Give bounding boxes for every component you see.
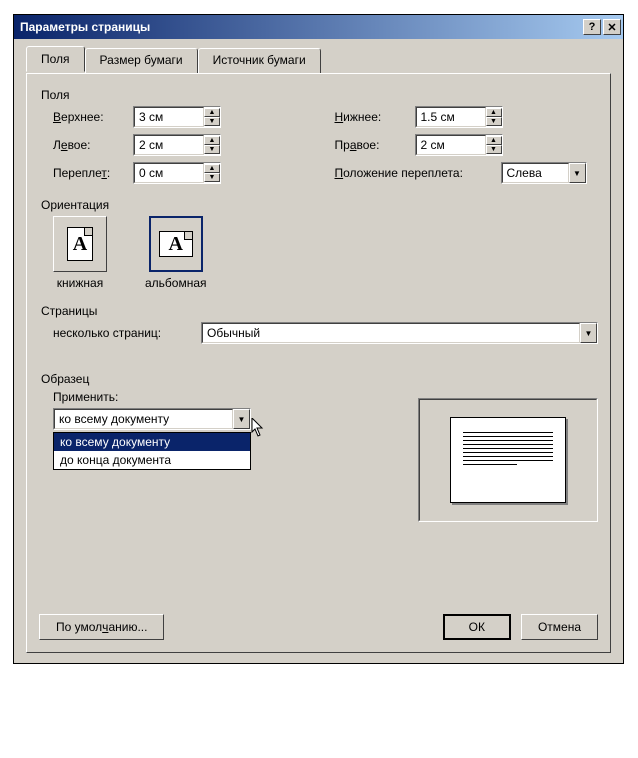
landscape-page-icon: A [159, 231, 193, 257]
gutter-spinner[interactable]: 0 см ▲▼ [133, 162, 221, 184]
apply-to-label: Применить: [53, 390, 251, 404]
spin-down-icon[interactable]: ▼ [204, 145, 220, 154]
window-title: Параметры страницы [20, 20, 581, 34]
multi-pages-combo[interactable]: Обычный ▼ [201, 322, 598, 344]
dropdown-arrow-icon[interactable]: ▼ [233, 409, 250, 429]
landscape-label: альбомная [145, 276, 207, 290]
left-margin-spinner[interactable]: 2 см ▲▼ [133, 134, 221, 156]
margins-section-label: Поля [41, 88, 598, 102]
orientation-portrait-button[interactable]: A [53, 216, 107, 272]
dropdown-arrow-icon[interactable]: ▼ [569, 163, 586, 183]
cancel-button[interactable]: Отмена [521, 614, 598, 640]
default-button[interactable]: По умолчанию... [39, 614, 164, 640]
tab-panel: Поля Верхнее: 3 см ▲▼ Нижнее: 1.5 см ▲▼ [26, 73, 611, 653]
sample-section-label: Образец [41, 372, 598, 386]
spin-down-icon[interactable]: ▼ [204, 117, 220, 126]
bottom-margin-label: Нижнее: [335, 110, 407, 124]
spin-down-icon[interactable]: ▼ [486, 145, 502, 154]
spin-up-icon[interactable]: ▲ [486, 136, 502, 145]
close-button[interactable]: ✕ [603, 19, 621, 35]
orientation-section-label: Ориентация [41, 198, 598, 212]
left-margin-label: Левое: [53, 138, 125, 152]
apply-to-combo[interactable]: ко всему документу ▼ [53, 408, 251, 430]
preview-page-icon [450, 417, 566, 503]
apply-option[interactable]: ко всему документу [54, 433, 250, 451]
spin-down-icon[interactable]: ▼ [204, 173, 220, 182]
spin-up-icon[interactable]: ▲ [204, 108, 220, 117]
portrait-page-icon: A [67, 227, 93, 261]
top-margin-label: Верхнее: [53, 110, 125, 124]
right-margin-spinner[interactable]: 2 см ▲▼ [415, 134, 503, 156]
top-margin-spinner[interactable]: 3 см ▲▼ [133, 106, 221, 128]
portrait-label: книжная [57, 276, 103, 290]
help-button[interactable]: ? [583, 19, 601, 35]
gutter-label: Переплет: [53, 166, 125, 180]
tab-margins[interactable]: Поля [26, 46, 85, 72]
cursor-icon [251, 418, 265, 438]
ok-button[interactable]: ОК [443, 614, 511, 640]
spin-up-icon[interactable]: ▲ [204, 136, 220, 145]
gutter-position-combo[interactable]: Слева ▼ [501, 162, 587, 184]
spin-up-icon[interactable]: ▲ [204, 164, 220, 173]
dropdown-arrow-icon[interactable]: ▼ [580, 323, 597, 343]
gutter-position-label: Положение переплета: [335, 166, 493, 180]
tab-paper-source[interactable]: Источник бумаги [198, 48, 321, 74]
multi-pages-label: несколько страниц: [53, 326, 191, 340]
apply-option[interactable]: до конца документа [54, 451, 250, 469]
apply-to-dropdown-list: ко всему документу до конца документа [53, 432, 251, 470]
preview-box [418, 398, 598, 522]
bottom-margin-spinner[interactable]: 1.5 см ▲▼ [415, 106, 503, 128]
titlebar[interactable]: Параметры страницы ? ✕ [14, 15, 623, 39]
spin-up-icon[interactable]: ▲ [486, 108, 502, 117]
orientation-landscape-button[interactable]: A [149, 216, 203, 272]
right-margin-label: Правое: [335, 138, 407, 152]
tab-paper-size[interactable]: Размер бумаги [85, 48, 198, 74]
pages-section-label: Страницы [41, 304, 598, 318]
spin-down-icon[interactable]: ▼ [486, 117, 502, 126]
page-setup-dialog: Параметры страницы ? ✕ Поля Размер бумаг… [13, 14, 624, 664]
